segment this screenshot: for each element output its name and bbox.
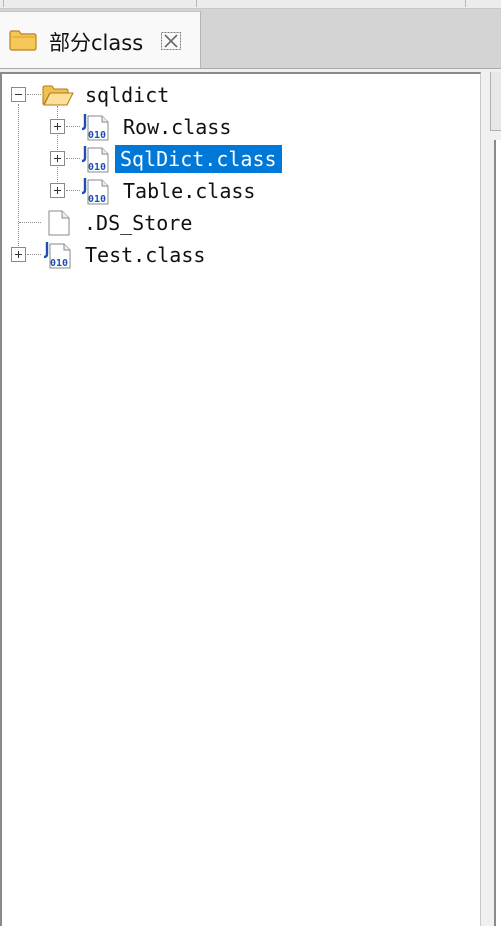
tree-item-label: .DS_Store <box>84 211 193 235</box>
tree-item-label: Table.class <box>123 179 256 203</box>
tree-connector <box>66 126 80 128</box>
adjacent-panel-edge <box>482 72 501 926</box>
folder-open-icon <box>42 85 74 106</box>
expand-toggle-icon[interactable] <box>50 183 65 198</box>
tree-item-sqldict[interactable]: sqldict <box>2 80 472 110</box>
file-tree: sqldict 010 Row.class 010 SqlDict.class … <box>0 72 481 926</box>
adjacent-panel-header <box>490 72 501 131</box>
tree-item-test-class[interactable]: 010 Test.class <box>2 240 472 270</box>
top-border-strip <box>0 0 501 9</box>
explorer-window: 部分class sqldict 010 Row.class 010 SqlDic… <box>0 0 501 926</box>
tab-bar: 部分class <box>0 9 501 69</box>
top-strip-tick <box>3 0 4 7</box>
tree-connector <box>66 190 80 192</box>
tree-item-sqldict-class[interactable]: 010 SqlDict.class <box>2 144 472 174</box>
class-file-icon: 010 <box>81 114 109 141</box>
class-file-icon: 010 <box>81 178 109 205</box>
tree-item-label: sqldict <box>85 83 170 107</box>
top-strip-tick <box>196 0 197 7</box>
class-file-icon: 010 <box>81 146 109 173</box>
top-strip-tick <box>465 0 466 7</box>
folder-icon <box>9 30 37 51</box>
tree-item-label: Test.class <box>85 243 206 267</box>
tree-item-ds-store[interactable]: .DS_Store <box>2 208 472 238</box>
tree-item-label-selected: SqlDict.class <box>115 145 282 173</box>
collapse-toggle-icon[interactable] <box>11 87 26 102</box>
expand-toggle-icon[interactable] <box>50 151 65 166</box>
expand-toggle-icon[interactable] <box>50 119 65 134</box>
close-icon[interactable] <box>160 31 182 51</box>
tab-partial-class[interactable]: 部分class <box>0 11 201 68</box>
svg-text:010: 010 <box>88 194 106 205</box>
expand-toggle-icon[interactable] <box>11 247 26 262</box>
tree-connector <box>66 158 80 160</box>
adjacent-panel-body <box>494 140 501 926</box>
svg-text:010: 010 <box>50 258 68 269</box>
tab-title: 部分class <box>49 31 144 55</box>
tree-connector <box>27 254 41 256</box>
tree-connector <box>27 94 41 96</box>
tree-item-table-class[interactable]: 010 Table.class <box>2 176 472 206</box>
svg-text:010: 010 <box>88 130 106 141</box>
class-file-icon: 010 <box>43 242 71 269</box>
tree-item-row-class[interactable]: 010 Row.class <box>2 112 472 142</box>
file-icon <box>48 210 70 236</box>
tree-item-label: Row.class <box>123 115 232 139</box>
svg-text:010: 010 <box>88 162 106 173</box>
